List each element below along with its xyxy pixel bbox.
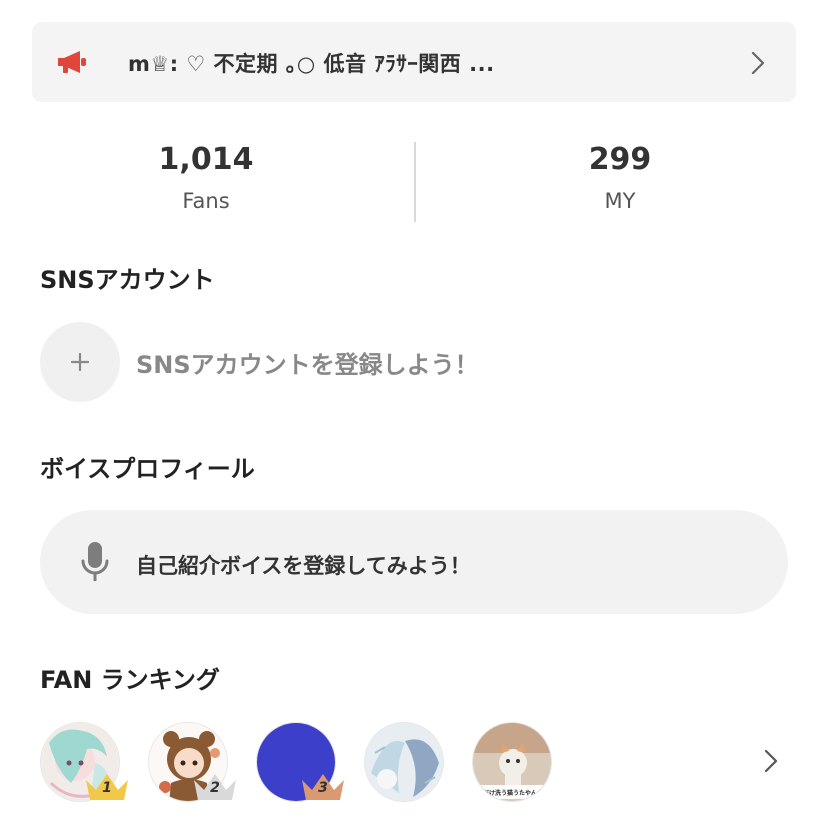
avatar-caption: 「足だけ洗う猫うたやんか！」 [473, 789, 552, 797]
profile-stats: 1,014 Fans 299 MY [0, 140, 828, 224]
ranking-avatar-5[interactable]: 「足だけ洗う猫うたやんか！」 [472, 722, 562, 812]
sns-section-title: SNSアカウント [40, 266, 215, 294]
fans-label: Fans [182, 189, 230, 213]
my-stat[interactable]: 299 MY [520, 140, 720, 215]
rank-number: 3 [318, 780, 328, 796]
rank-number: 1 [102, 780, 112, 796]
ranking-avatar-2[interactable]: 2 [148, 722, 238, 812]
voice-register-button[interactable]: 自己紹介ボイスを登録してみよう！ [40, 510, 788, 614]
microphone-icon [81, 542, 109, 581]
ranking-avatar-3[interactable]: 3 [256, 722, 346, 812]
fans-count: 1,014 [158, 142, 254, 177]
ranking-avatar-1[interactable]: 1 [40, 722, 130, 812]
sns-register-prompt[interactable]: SNSアカウントを登録しよう！ [136, 345, 479, 380]
avatar [364, 722, 444, 802]
announcement-text: m♕: ♡ 不定期 ｡○ 低音 ｱﾗｻｰ関西 ... [128, 52, 495, 76]
my-label: MY [604, 189, 636, 213]
stats-divider [414, 142, 416, 222]
rank-number: 2 [210, 780, 220, 796]
fans-stat[interactable]: 1,014 Fans [106, 140, 306, 215]
avatar: 「足だけ洗う猫うたやんか！」 [472, 722, 552, 802]
chevron-right-icon[interactable] [750, 50, 766, 76]
megaphone-icon [58, 51, 86, 73]
voice-profile-title: ボイスプロフィール [40, 455, 255, 483]
voice-register-prompt: 自己紹介ボイスを登録してみよう！ [136, 554, 471, 578]
ranking-avatar-4[interactable] [364, 722, 454, 812]
fan-ranking-title: FAN ランキング [40, 666, 220, 694]
chevron-right-icon[interactable] [764, 748, 778, 774]
fan-ranking-list: 1 2 3 「足だけ洗う猫うたやんか！」 [0, 720, 828, 820]
plus-icon [70, 352, 90, 372]
my-count: 299 [588, 142, 652, 177]
announcement-bar[interactable]: m♕: ♡ 不定期 ｡○ 低音 ｱﾗｻｰ関西 ... [32, 22, 796, 102]
add-sns-button[interactable] [40, 322, 120, 402]
